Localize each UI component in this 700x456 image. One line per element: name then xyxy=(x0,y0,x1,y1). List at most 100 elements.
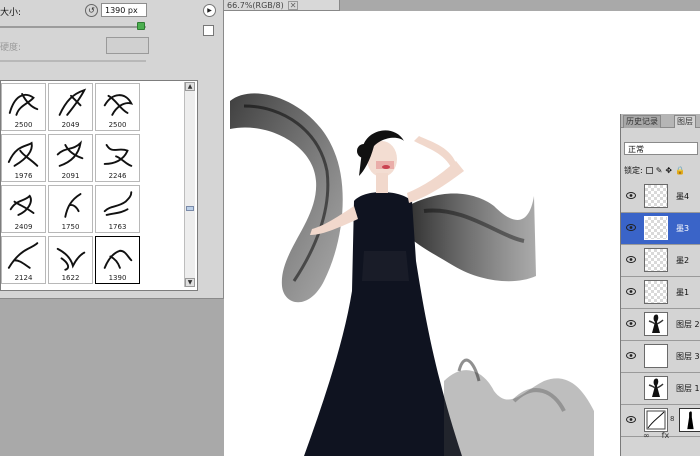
layer-thumbnail xyxy=(644,248,668,272)
lock-position-icon[interactable]: ✥ xyxy=(665,166,672,175)
document-tab[interactable]: 66.7%(RGB/8) ✕ xyxy=(224,0,340,11)
brush-stroke-icon xyxy=(64,193,82,218)
layer-thumbnail xyxy=(644,280,668,304)
lock-label: 锁定: xyxy=(624,165,643,175)
layer-name: 图层 2 xyxy=(676,320,700,329)
visibility-eye-icon[interactable] xyxy=(626,224,636,231)
brush-size-label: 1976 xyxy=(14,172,33,180)
tab-layers[interactable]: 图层 xyxy=(674,115,696,128)
brush-stroke-icon xyxy=(58,88,87,116)
layer-thumbnail xyxy=(644,376,668,400)
brush-preset[interactable]: 2124 xyxy=(1,236,46,284)
lock-transparent-icon[interactable] xyxy=(645,166,653,174)
brush-preset[interactable]: 2500 xyxy=(1,83,46,131)
lock-row: 锁定: ✎ ✥ 🔒 xyxy=(624,164,685,176)
layers-footer: ∞ fx xyxy=(621,428,700,442)
brush-preset[interactable]: 1763 xyxy=(95,185,140,233)
brush-size-label: 2500 xyxy=(108,121,127,129)
layer-thumbnail xyxy=(644,216,668,240)
brush-stroke-icon xyxy=(8,92,39,116)
brush-preset[interactable]: 1750 xyxy=(48,185,93,233)
visibility-eye-icon[interactable] xyxy=(626,416,636,423)
link-layers-icon[interactable]: ∞ xyxy=(643,431,650,440)
lock-image-icon[interactable]: ✎ xyxy=(656,166,663,175)
brush-stroke-icon xyxy=(56,247,86,271)
brush-size-label: 2049 xyxy=(61,121,80,129)
visibility-eye-icon[interactable] xyxy=(626,384,636,391)
hardness-label: 硬度: xyxy=(0,43,22,53)
new-preset-icon[interactable] xyxy=(203,25,214,36)
size-slider-handle[interactable] xyxy=(137,22,146,30)
layer-thumbnail-figure xyxy=(648,378,664,397)
brush-preset[interactable]: 2500 xyxy=(95,83,140,131)
brush-size-label: 1390 xyxy=(108,274,127,282)
visibility-eye-icon[interactable] xyxy=(626,256,636,263)
scroll-up-arrow-icon[interactable]: ▲ xyxy=(185,82,195,91)
brush-stroke-icon xyxy=(103,94,134,116)
brush-stroke-icon xyxy=(7,141,39,167)
layer-row[interactable]: 墨2 xyxy=(621,245,700,277)
document-tab-label: 66.7%(RGB/8) xyxy=(227,0,284,10)
brush-stroke-icon xyxy=(7,242,39,269)
layer-name: 图层 1 xyxy=(676,384,700,393)
brush-preset[interactable]: 1390 xyxy=(95,236,140,284)
brush-stroke-icon xyxy=(56,140,84,167)
visibility-eye-icon[interactable] xyxy=(626,320,636,327)
brush-preset[interactable]: 1622 xyxy=(48,236,93,284)
fx-icon[interactable]: fx xyxy=(662,431,670,440)
brush-size-label: 2124 xyxy=(14,274,33,282)
brush-preset[interactable]: 2246 xyxy=(95,134,140,182)
brush-size-label: 1763 xyxy=(108,223,127,231)
layer-thumbnail-figure xyxy=(648,314,664,333)
brush-preset[interactable]: 1976 xyxy=(1,134,46,182)
brush-size-label: 2246 xyxy=(108,172,127,180)
layer-row[interactable]: 图层 1 xyxy=(621,373,700,405)
tab-history[interactable]: 历史记录 xyxy=(623,115,661,128)
brush-size-label: 2091 xyxy=(61,172,80,180)
reset-icon[interactable]: ↺ xyxy=(85,4,98,17)
layer-thumbnail xyxy=(644,184,668,208)
layer-row[interactable]: 图层 2 xyxy=(621,309,700,341)
size-label: 大小: xyxy=(0,8,22,18)
hardness-slider xyxy=(0,60,146,62)
layer-name: 图层 3 xyxy=(676,352,700,361)
brush-size-label: 2409 xyxy=(14,223,33,231)
ink-smoke xyxy=(444,370,594,456)
layer-thumbnail xyxy=(644,312,668,336)
layer-name: 墨2 xyxy=(676,256,690,265)
size-slider[interactable] xyxy=(0,26,146,28)
close-icon[interactable]: ✕ xyxy=(287,0,299,10)
scroll-down-arrow-icon[interactable]: ▼ xyxy=(185,278,195,287)
brush-size-label: 1622 xyxy=(61,274,80,282)
layer-list: 墨4 墨3 墨2 墨1 图层 2 图层 3 图层 1 8 xyxy=(621,181,700,437)
brush-preset[interactable]: 2091 xyxy=(48,134,93,182)
layer-row[interactable]: 墨3 xyxy=(621,213,700,245)
brush-preset[interactable]: 2409 xyxy=(1,185,46,233)
brush-stroke-icon xyxy=(9,194,35,216)
layer-name: 墨4 xyxy=(676,192,690,201)
brush-preset[interactable]: 2049 xyxy=(48,83,93,131)
layer-thumbnail xyxy=(644,344,668,368)
layer-name: 墨3 xyxy=(676,224,690,233)
visibility-eye-icon[interactable] xyxy=(626,192,636,199)
brush-list-scrollbar[interactable]: ▲ ▼ xyxy=(184,82,195,287)
brush-preset-list: 2500 2049 2500 1976 2091 2246 2409 1750 1763 2124… xyxy=(0,80,198,291)
visibility-eye-icon[interactable] xyxy=(626,352,636,359)
brush-stroke-icon xyxy=(103,191,133,216)
brush-stroke-icon xyxy=(103,249,133,269)
panel-menu-arrow-icon[interactable]: ▶ xyxy=(203,4,216,17)
scrollbar-thumb[interactable] xyxy=(186,206,194,211)
size-input[interactable]: 1390 px xyxy=(101,3,147,17)
layer-name: 墨1 xyxy=(676,288,690,297)
mask-link-icon[interactable]: 8 xyxy=(670,415,674,423)
visibility-eye-icon[interactable] xyxy=(626,288,636,295)
layers-panel-tabs: 历史记录 图层 xyxy=(621,114,700,128)
lock-all-icon[interactable]: 🔒 xyxy=(675,166,685,175)
hardness-input xyxy=(106,37,149,54)
blend-mode-select[interactable]: 正常 xyxy=(624,142,698,155)
layer-row[interactable]: 墨4 xyxy=(621,181,700,213)
layer-row[interactable]: 图层 3 xyxy=(621,341,700,373)
brush-size-label: 2500 xyxy=(14,121,33,129)
layer-row[interactable]: 墨1 xyxy=(621,277,700,309)
layers-panel: 历史记录 图层 正常 锁定: ✎ ✥ 🔒 墨4 墨3 墨2 墨1 图层 2 图层 3 图层 … xyxy=(620,114,700,456)
